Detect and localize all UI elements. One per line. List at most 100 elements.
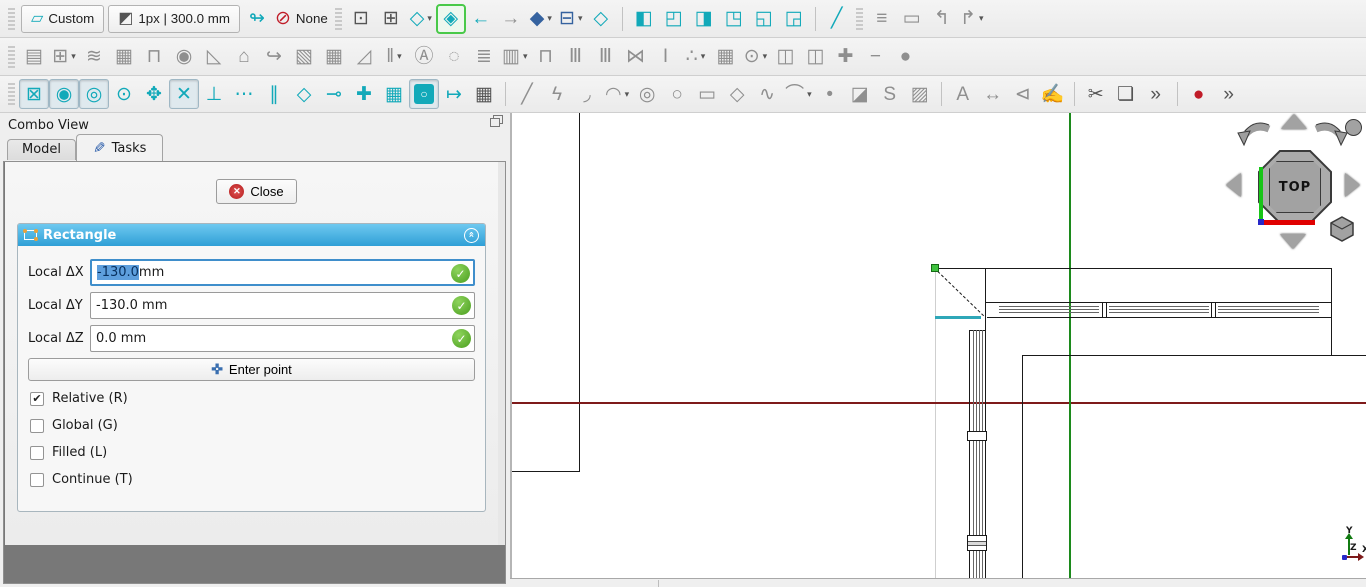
checkbox-box[interactable]: ✔: [30, 392, 44, 406]
draft-point-icon[interactable]: •: [815, 79, 845, 109]
navcube-arrow-right[interactable]: [1345, 173, 1360, 197]
view-top-icon[interactable]: ◰: [659, 4, 689, 34]
toolbar-handle[interactable]: [8, 46, 15, 68]
checkbox-relative-r[interactable]: ✔Relative (R): [30, 391, 475, 406]
navcube-arrow-up[interactable]: [1281, 114, 1307, 129]
arch-furniture-icon[interactable]: ⊓: [530, 42, 560, 72]
view-front-icon[interactable]: ◧: [629, 4, 659, 34]
arch-material-icon[interactable]: ∴▾: [680, 42, 710, 72]
snap-intersection-icon[interactable]: ✕: [169, 79, 199, 109]
snap-dimensions-icon[interactable]: ○: [409, 79, 439, 109]
navigation-cube[interactable]: TOP: [1217, 113, 1366, 258]
dropdown-caret-icon[interactable]: ▾: [807, 89, 812, 100]
arch-site-icon[interactable]: ▧: [289, 42, 319, 72]
arch-building-icon[interactable]: ⌂: [229, 42, 259, 72]
rectangle-taskbox-header[interactable]: Rectangle «: [18, 224, 485, 246]
toolbar-handle[interactable]: [856, 8, 863, 30]
draft-facebinder-icon[interactable]: ◪: [845, 79, 875, 109]
panel-scrollbar[interactable]: [498, 162, 505, 545]
draft-fillet-icon[interactable]: ◞: [572, 79, 602, 109]
draft-label-icon[interactable]: ⊲: [1008, 79, 1038, 109]
navcube-arrow-left[interactable]: [1226, 173, 1241, 197]
draft-ellipse-icon[interactable]: ○: [662, 79, 692, 109]
local-dy-input[interactable]: -130.0 mm ✓: [90, 292, 475, 319]
arch-remove-component-icon[interactable]: −: [860, 42, 890, 72]
navcube-rotate-ccw-icon[interactable]: [1235, 121, 1273, 151]
export-options-icon[interactable]: ↱▾: [957, 4, 987, 34]
axonometric-view-icon[interactable]: ◆▾: [526, 4, 556, 34]
active-layer-none-button[interactable]: ⊘None: [272, 4, 331, 34]
working-plane-custom-button[interactable]: ▱Custom: [21, 5, 104, 33]
draft-dimension-icon[interactable]: ↔: [978, 79, 1008, 109]
arch-truss-icon[interactable]: ⋈: [620, 42, 650, 72]
measure-icon[interactable]: ╱: [822, 4, 852, 34]
dropdown-caret-icon[interactable]: ▾: [578, 13, 583, 24]
dropdown-caret-icon[interactable]: ▾: [701, 51, 706, 62]
box-element-selection-icon[interactable]: ⊞: [376, 4, 406, 34]
navcube-top-face[interactable]: TOP: [1269, 161, 1321, 213]
dropdown-caret-icon[interactable]: ▾: [625, 89, 630, 100]
checkbox-box[interactable]: [30, 473, 44, 487]
snap-lock-icon[interactable]: ⊠: [19, 79, 49, 109]
snap-parallel-icon[interactable]: ∥: [259, 79, 289, 109]
cut-icon[interactable]: ✂: [1081, 79, 1111, 109]
view-right-icon[interactable]: ◨: [689, 4, 719, 34]
draft-polyline-icon[interactable]: ϟ: [542, 79, 572, 109]
draft-autogroup-icon[interactable]: ↬: [242, 4, 272, 34]
arch-add-component-icon[interactable]: ✚: [830, 42, 860, 72]
draft-bezier-icon[interactable]: ⌒▾: [782, 79, 815, 109]
part-simple-copy-icon[interactable]: ≡: [867, 4, 897, 34]
box-selection-icon[interactable]: ⊡: [346, 4, 376, 34]
draft-polygon-icon[interactable]: ◇: [722, 79, 752, 109]
arch-workbench-helmet-icon[interactable]: ●: [890, 42, 920, 72]
arch-reference-icon[interactable]: ↪: [259, 42, 289, 72]
draft-line-icon[interactable]: ╱: [512, 79, 542, 109]
checkbox-filled-l[interactable]: Filled (L): [30, 445, 475, 460]
arch-equipment-icon[interactable]: ‖▾: [379, 42, 409, 72]
enter-point-button[interactable]: ✜ Enter point: [28, 358, 475, 381]
isometric-view-cube-icon[interactable]: ◇: [586, 4, 616, 34]
grid-toggle-icon[interactable]: ▦: [469, 79, 499, 109]
toggle-selectability-cube-icon[interactable]: ◈: [436, 4, 466, 34]
arch-stairs-icon[interactable]: ≣: [469, 42, 499, 72]
line-width-scale-button[interactable]: ◩1px | 300.0 mm: [108, 5, 240, 33]
draft-rectangle-icon[interactable]: ▭: [692, 79, 722, 109]
draft-bspline-icon[interactable]: ∿: [752, 79, 782, 109]
arch-roof-shape-icon[interactable]: ◺: [199, 42, 229, 72]
arch-window-icon[interactable]: ▦: [319, 42, 349, 72]
snap-midpoint-icon[interactable]: ◎: [79, 79, 109, 109]
paste-icon[interactable]: ❏: [1111, 79, 1141, 109]
snap-extension-icon[interactable]: ✚: [349, 79, 379, 109]
snap-special-icon[interactable]: ✥: [139, 79, 169, 109]
view-rear-icon[interactable]: ◳: [719, 4, 749, 34]
dropdown-caret-icon[interactable]: ▾: [71, 51, 76, 62]
checkbox-box[interactable]: [30, 446, 44, 460]
tab-tasks[interactable]: ✎ Tasks: [76, 134, 163, 161]
local-dx-input[interactable]: -130.0 mm ✓: [90, 259, 475, 286]
navcube-arrow-down[interactable]: [1280, 234, 1306, 249]
toolbar-overflow2-icon[interactable]: »: [1214, 79, 1244, 109]
draft-set-scale-icon[interactable]: ↦: [439, 79, 469, 109]
arch-fence-icon[interactable]: Ⅲ: [590, 42, 620, 72]
tab-model[interactable]: Model: [7, 139, 76, 160]
export-icon[interactable]: ↰: [927, 4, 957, 34]
dropdown-caret-icon[interactable]: ▾: [763, 51, 768, 62]
view-back-icon[interactable]: ←: [466, 4, 496, 34]
navcube-corner-circle[interactable]: [1345, 119, 1362, 136]
close-button[interactable]: ✕ Close: [216, 179, 297, 204]
arch-cut-plane-icon[interactable]: ◫: [770, 42, 800, 72]
arch-schedule-icon[interactable]: ▦: [710, 42, 740, 72]
arch-cut-line-icon[interactable]: ◫: [800, 42, 830, 72]
checkbox-global-g[interactable]: Global (G): [30, 418, 475, 433]
dropdown-caret-icon[interactable]: ▾: [547, 13, 552, 24]
arch-building-part-icon[interactable]: ⊓: [139, 42, 169, 72]
collapse-icon[interactable]: «: [464, 228, 479, 243]
arch-column-array-icon[interactable]: Ⅲ: [560, 42, 590, 72]
draft-circle-icon[interactable]: ◎: [632, 79, 662, 109]
3d-viewport[interactable]: TOP Y: [510, 113, 1366, 578]
dock-overlay-icon[interactable]: ⊟▾: [556, 4, 586, 34]
toolbar-handle[interactable]: [8, 83, 15, 105]
dropdown-caret-icon[interactable]: ▾: [979, 13, 984, 24]
annotation-style-icon[interactable]: ✍: [1038, 79, 1068, 109]
open-folder-icon[interactable]: ▭: [897, 4, 927, 34]
